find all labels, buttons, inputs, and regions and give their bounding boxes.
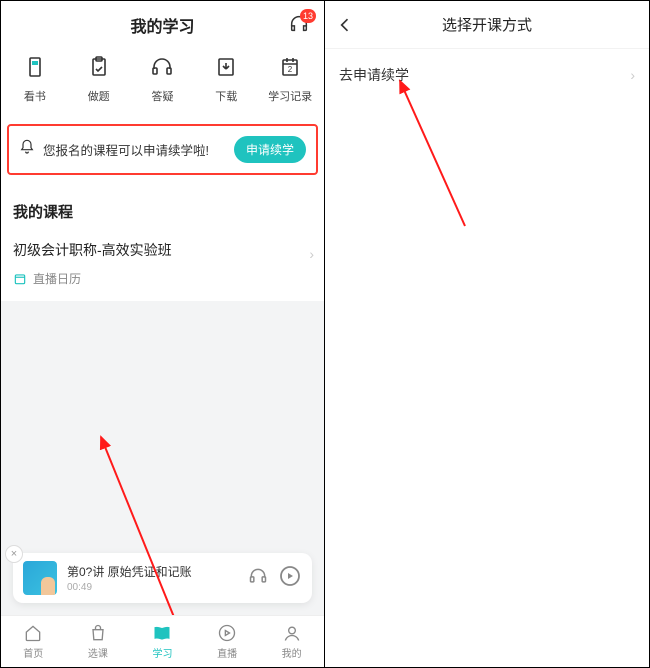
arrow-left-icon [335, 15, 355, 35]
nav-qa[interactable]: 答疑 [131, 55, 195, 104]
tab-bar: 首页 选课 学习 直播 我的 [1, 615, 324, 667]
tab-mine[interactable]: 我的 [259, 616, 324, 667]
nav-label: 答疑 [151, 88, 173, 104]
calendar-icon: 2 [278, 55, 302, 84]
course-item[interactable]: 初级会计职称-高效实验班 直播日历 › [1, 232, 324, 301]
tab-study[interactable]: 学习 [130, 616, 195, 667]
notice-text: 您报名的课程可以申请续学啦! [43, 140, 226, 159]
select-mode-screen: 选择开课方式 去申请续学 › [325, 1, 649, 667]
player-title: 第0?讲 原始凭证和记账 [67, 563, 238, 580]
bell-icon [19, 139, 35, 160]
tab-label: 选课 [88, 645, 108, 660]
nav-label: 看书 [24, 88, 46, 104]
page-title: 选择开课方式 [442, 14, 532, 35]
player-headphone-button[interactable] [248, 566, 268, 591]
player-play-button[interactable] [278, 564, 302, 593]
tab-courses[interactable]: 选课 [66, 616, 131, 667]
page-title: 我的学习 [130, 13, 194, 37]
download-icon [214, 55, 238, 84]
headphone-icon [150, 55, 174, 84]
nav-history[interactable]: 2 学习记录 [258, 55, 322, 104]
tab-home[interactable]: 首页 [1, 616, 66, 667]
item-label: 去申请续学 [339, 65, 409, 85]
top-nav: 看书 做题 答疑 下载 2 [1, 49, 324, 116]
tab-label: 学习 [152, 645, 172, 660]
nav-read[interactable]: 看书 [3, 55, 67, 104]
nav-label: 做题 [88, 88, 110, 104]
nav-download[interactable]: 下载 [194, 55, 258, 104]
calendar-label: 直播日历 [33, 270, 81, 287]
player-thumbnail [23, 561, 57, 595]
notification-badge: 13 [300, 9, 316, 23]
course-name: 初级会计职称-高效实验班 [13, 240, 312, 260]
tab-label: 直播 [217, 645, 237, 660]
section-title: 我的课程 [1, 183, 324, 232]
book-open-icon [152, 623, 172, 643]
course-calendar[interactable]: 直播日历 [13, 270, 312, 287]
tab-label: 我的 [282, 645, 302, 660]
renew-notice: 您报名的课程可以申请续学啦! 申请续学 [7, 124, 318, 175]
header: 我的学习 13 [1, 1, 324, 49]
user-icon [282, 623, 302, 643]
chevron-right-icon: › [309, 246, 314, 262]
apply-renew-button[interactable]: 申请续学 [234, 136, 306, 163]
go-apply-renew-item[interactable]: 去申请续学 › [325, 49, 649, 101]
book-icon [23, 55, 47, 84]
player-close-button[interactable]: × [5, 545, 23, 563]
player-time: 00:49 [67, 582, 238, 593]
tab-label: 首页 [23, 645, 43, 660]
nav-label: 下载 [215, 88, 237, 104]
tab-live[interactable]: 直播 [195, 616, 260, 667]
nav-practice[interactable]: 做题 [67, 55, 131, 104]
back-button[interactable] [335, 15, 355, 40]
notification-button[interactable]: 13 [288, 13, 310, 35]
chevron-right-icon: › [630, 67, 635, 83]
svg-text:2: 2 [288, 65, 293, 74]
calendar-icon [13, 272, 27, 286]
play-circle-icon [217, 623, 237, 643]
mini-player[interactable]: × 第0?讲 原始凭证和记账 00:49 [13, 553, 312, 603]
content-area: × 第0?讲 原始凭证和记账 00:49 [1, 301, 324, 667]
clipboard-icon [87, 55, 111, 84]
nav-label: 学习记录 [268, 88, 312, 104]
bag-icon [88, 623, 108, 643]
header: 选择开课方式 [325, 1, 649, 49]
my-study-screen: 我的学习 13 看书 做题 [1, 1, 325, 667]
home-icon [23, 623, 43, 643]
